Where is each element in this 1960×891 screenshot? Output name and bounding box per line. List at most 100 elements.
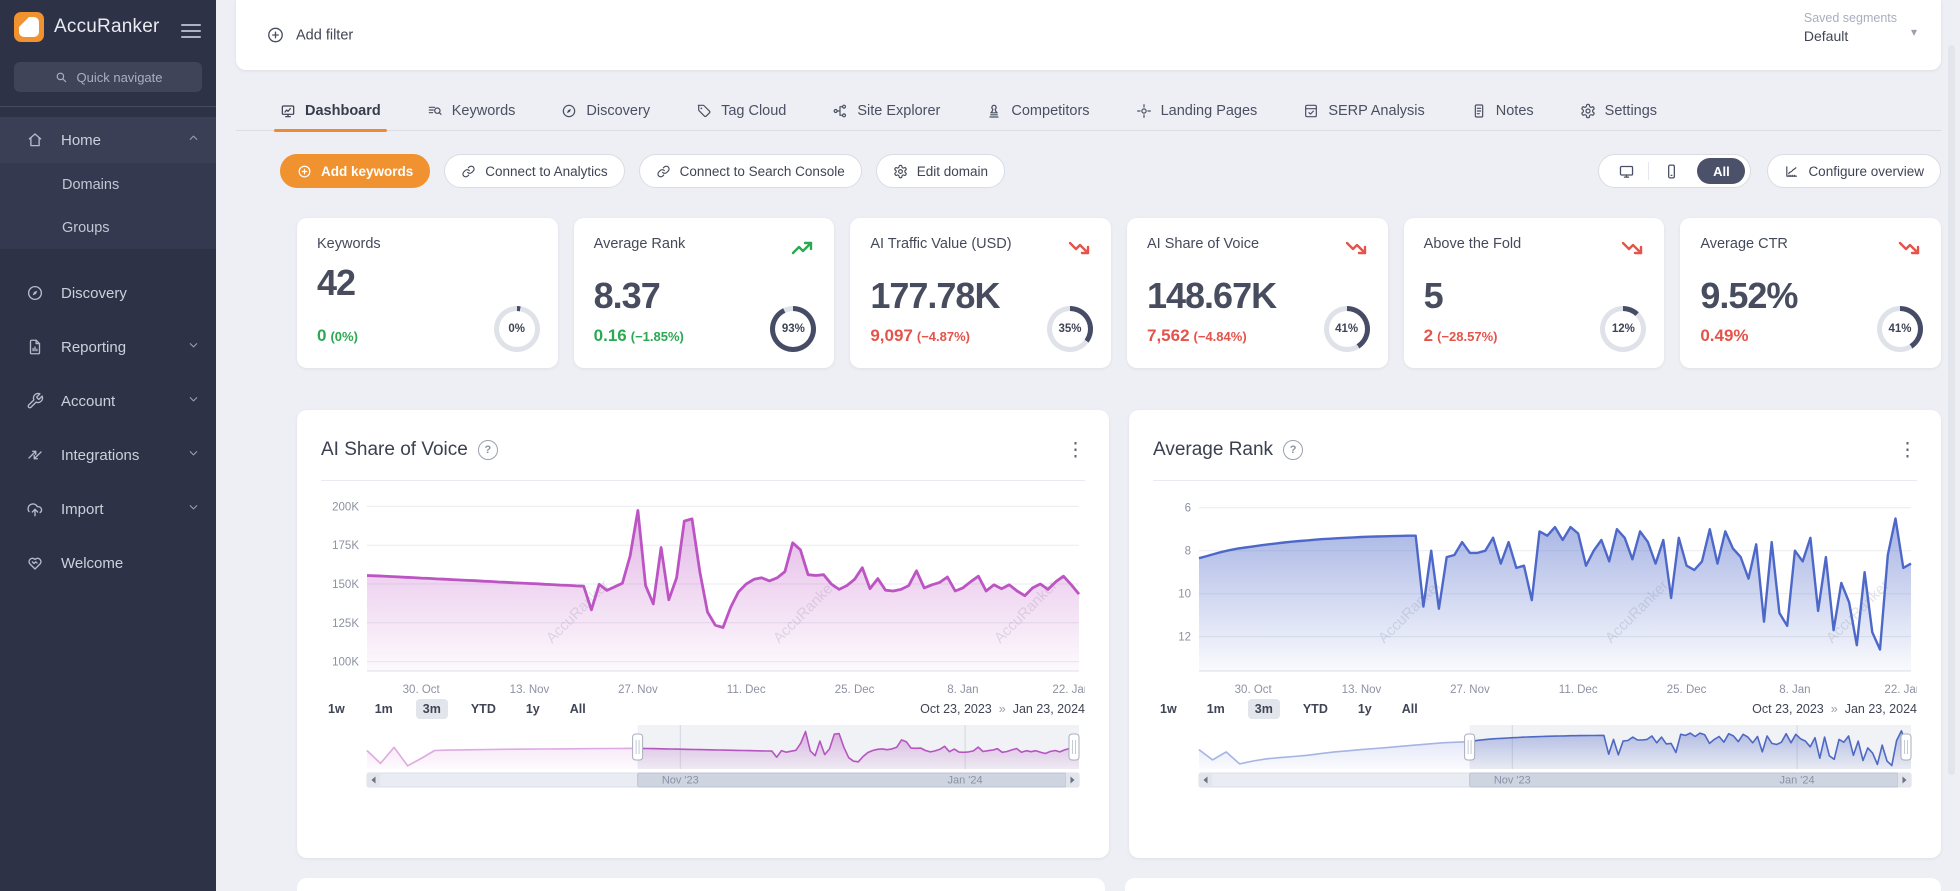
kpi-card-average-ctr[interactable]: Average CTR 9.52% 0.49% 41% (1680, 218, 1941, 368)
y-axis-tick: 10 (1178, 589, 1191, 601)
range-1w-button[interactable]: 1w (1153, 699, 1184, 719)
tab-discovery[interactable]: Discovery (561, 92, 650, 130)
sidebar-item-account[interactable]: Account (0, 376, 216, 426)
tab-tag-cloud[interactable]: Tag Cloud (696, 92, 786, 130)
y-axis-tick: 175K (332, 540, 359, 552)
tab-label: Notes (1495, 103, 1534, 119)
sidebar-item-reporting[interactable]: Reporting (0, 322, 216, 372)
kpi-card-average-rank[interactable]: Average Rank 8.37 0.16 (−1.85%) 93% (573, 218, 835, 368)
sidebar-item-integrations[interactable]: Integrations (0, 430, 216, 480)
sidebar-collapse-menu-icon[interactable] (181, 20, 201, 42)
navigator-handle[interactable] (632, 733, 644, 761)
link-icon (656, 164, 671, 179)
x-axis-tick: 25. Dec (1667, 684, 1707, 696)
range-ytd-button[interactable]: YTD (1296, 699, 1335, 719)
navigator-handle[interactable] (1900, 733, 1912, 761)
sidebar-item-import[interactable]: Import (0, 484, 216, 534)
kpi-card-keywords[interactable]: Keywords 42 0 (0%) 0% (297, 218, 558, 368)
time-range-row: 1w 1m 3m YTD 1y All Oct 23, 2023» Jan 23, 2024 (1153, 699, 1917, 719)
dashboard-icon (280, 103, 296, 119)
x-axis-tick: 11. Dec (727, 684, 766, 696)
device-filter-toggle: All (1598, 154, 1752, 188)
sidebar-item-home[interactable]: Home (0, 117, 216, 163)
tab-landing-pages[interactable]: Landing Pages (1136, 92, 1257, 130)
kebab-menu-icon[interactable] (1898, 441, 1917, 460)
desktop-device-button[interactable] (1604, 155, 1648, 187)
range-all-button[interactable]: All (563, 699, 593, 719)
all-devices-button[interactable]: All (1697, 158, 1746, 184)
add-keywords-button[interactable]: Add keywords (280, 154, 431, 188)
saved-segments-value: Default (1803, 28, 1849, 44)
sidebar-item-label: Reporting (61, 338, 127, 356)
kpi-card-above-the-fold[interactable]: Above the Fold 5 2 (−28.57%) 12% (1403, 218, 1665, 368)
mobile-device-button[interactable] (1649, 155, 1693, 187)
help-icon[interactable] (477, 440, 498, 460)
date-range[interactable]: Oct 23, 2023» Jan 23, 2024 (1752, 702, 1917, 716)
brand-logo[interactable]: AccuRanker (14, 12, 160, 42)
navigator-scrollbar-thumb[interactable] (1469, 772, 1899, 788)
tab-label: Discovery (586, 103, 651, 119)
kpi-progress-donut: 0% (493, 306, 540, 352)
tab-label: SERP Analysis (1328, 103, 1425, 119)
configure-overview-button[interactable]: Configure overview (1767, 154, 1941, 188)
add-filter-button[interactable]: Add filter (266, 26, 353, 45)
range-3m-button[interactable]: 3m (415, 699, 448, 719)
kpi-title: Average CTR (1700, 236, 1788, 252)
chart-plot-area[interactable]: 200K175K150K125K100KAccuRankerAccuRanker… (321, 485, 1085, 697)
sidebar-item-domains[interactable]: Domains (0, 163, 216, 206)
range-1y-button[interactable]: 1y (1351, 699, 1379, 719)
x-axis-tick: 30. Oct (403, 684, 441, 696)
chart-navigator[interactable]: Nov '23 Jan '24 (321, 725, 1085, 789)
kpi-title: Average Rank (593, 236, 686, 252)
date-range[interactable]: Oct 23, 2023» Jan 23, 2024 (920, 702, 1085, 716)
sidebar-item-label: Groups (62, 219, 110, 236)
range-ytd-button[interactable]: YTD (464, 699, 503, 719)
tab-label: Site Explorer (857, 103, 941, 119)
range-1w-button[interactable]: 1w (321, 699, 352, 719)
sidebar-item-welcome[interactable]: Welcome (0, 538, 216, 588)
tab-competitors[interactable]: Competitors (986, 92, 1090, 130)
tab-settings[interactable]: Settings (1580, 92, 1657, 130)
help-icon[interactable] (1283, 440, 1304, 460)
kpi-card-ai-traffic-value-usd-[interactable]: AI Traffic Value (USD) 177.78K 9,097 (−4.87… (850, 218, 1111, 368)
edit-domain-button[interactable]: Edit domain (875, 154, 1006, 188)
sidebar-item-label: Discovery (61, 284, 127, 302)
trend-down-icon (1344, 236, 1368, 265)
tab-keywords[interactable]: Keywords (427, 92, 515, 130)
navigator-handle[interactable] (1464, 733, 1476, 761)
kpi-change: 7,562 (−4.84%) (1146, 326, 1247, 345)
range-1m-button[interactable]: 1m (368, 699, 400, 719)
sidebar-item-groups[interactable]: Groups (0, 206, 216, 249)
range-3m-button[interactable]: 3m (1247, 699, 1280, 719)
quick-navigate-search[interactable]: Quick navigate (14, 62, 202, 92)
filter-bar: Add filter Saved segments Default (236, 0, 1941, 70)
navigator-handle[interactable] (1068, 733, 1080, 761)
range-1y-button[interactable]: 1y (519, 699, 547, 719)
kpi-card-ai-share-of-voice[interactable]: AI Share of Voice 148.67K 7,562 (−4.84%) 41% (1126, 218, 1388, 368)
range-1m-button[interactable]: 1m (1200, 699, 1232, 719)
tab-dashboard[interactable]: Dashboard (274, 92, 387, 132)
tabs-bar: Dashboard Keywords Discovery Tag Cloud Site … (236, 92, 1941, 132)
range-all-button[interactable]: All (1395, 699, 1425, 719)
connect-analytics-button[interactable]: Connect to Analytics (444, 154, 625, 188)
tab-site-explorer[interactable]: Site Explorer (832, 92, 940, 130)
sidebar-item-discovery[interactable]: Discovery (0, 268, 216, 318)
saved-segments-dropdown[interactable]: Saved segments Default (1804, 11, 1897, 44)
chart-navigator[interactable]: Nov '23 Jan '24 (1153, 725, 1917, 789)
chart-plot-area[interactable]: 681012AccuRankerAccuRankerAccuRanker30. … (1153, 485, 1917, 697)
tag-cloud-icon (696, 103, 712, 119)
landing-pages-icon (1136, 103, 1152, 119)
compass-icon (26, 284, 44, 302)
page-scrollbar[interactable] (1948, 45, 1955, 775)
search-icon (54, 70, 68, 84)
x-axis-tick: 11. Dec (1559, 684, 1598, 696)
kpi-value: 42 (317, 262, 356, 303)
navigator-scrollbar-thumb[interactable] (637, 772, 1067, 788)
chevron-up-icon (187, 132, 200, 149)
tab-notes[interactable]: Notes (1471, 92, 1534, 130)
chevron-down-icon (187, 393, 200, 410)
tab-serp-analysis[interactable]: SERP Analysis (1303, 92, 1425, 130)
kebab-menu-icon[interactable] (1066, 441, 1085, 460)
connect-search-console-button[interactable]: Connect to Search Console (638, 154, 862, 188)
sidebar-item-label: Domains (62, 176, 120, 193)
